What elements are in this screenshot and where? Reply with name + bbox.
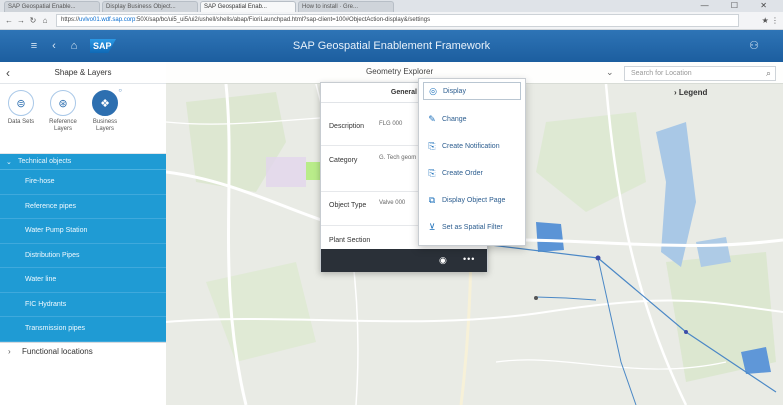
menu-item-create-notification[interactable]: ⎘ Create Notification: [423, 133, 521, 160]
layer-group-technical-objects[interactable]: ⌄ Technical objects: [0, 154, 166, 170]
layer-item[interactable]: Transmission pipes: [0, 317, 166, 342]
menu-item-create-order[interactable]: ⎘ Create Order: [423, 160, 521, 187]
layer-item[interactable]: Fire-hose: [0, 170, 166, 195]
filter-icon: ⊻: [428, 222, 436, 232]
back-icon[interactable]: ‹: [44, 40, 64, 52]
back-arrow-icon[interactable]: ←: [4, 16, 14, 25]
layer-group-label: Technical objects: [18, 158, 72, 165]
menu-item-set-spatial-filter[interactable]: ⊻ Set as Spatial Filter: [423, 214, 521, 241]
popup-value: FLG 000: [379, 121, 403, 127]
menu-item-label: Change: [442, 116, 467, 123]
layers-panel: ‹ Shape & Layers ⊜ Data Sets ⊛ Reference…: [0, 62, 166, 405]
menu-item-display[interactable]: ◎ Display: [423, 82, 521, 100]
browser-tab-1[interactable]: SAP Geospatial Enable...: [4, 1, 100, 12]
indicator-icon: ○: [118, 88, 122, 94]
panel-title: Shape & Layers: [54, 68, 112, 77]
divider: [321, 225, 421, 226]
layer-group-functional-locations[interactable]: › Functional locations: [0, 341, 166, 360]
action-menu: ◎ Display ✎ Change ⎘ Create Notification…: [418, 78, 526, 246]
menu-item-label: Create Notification: [442, 143, 500, 150]
more-icon[interactable]: •••: [463, 254, 475, 264]
menu-item-display-object-page[interactable]: ⧉ Display Object Page: [423, 187, 521, 214]
popup-value: Valve 000: [379, 200, 406, 206]
browser-tab-strip: SAP Geospatial Enable... Display Busines…: [0, 0, 783, 12]
menu-item-label: Display Object Page: [442, 197, 506, 204]
tool-label: Business Layers: [92, 119, 118, 132]
popup-label: Plant Section: [329, 237, 371, 244]
layer-list: ⌄ Technical objects Fire-hose Reference …: [0, 154, 166, 342]
legend-label: Legend: [678, 88, 708, 97]
forward-arrow-icon[interactable]: →: [16, 16, 26, 25]
url-field[interactable]: https://uvlvo01.wdf.sap.corp:50X/sap/bc/…: [56, 14, 739, 27]
chevron-down-icon[interactable]: ⌄: [606, 67, 614, 78]
shell-bar: ≡ ‹ ⌂ SAP SAP Geospatial Enablement Fram…: [0, 30, 783, 62]
url-prefix: https://: [61, 17, 80, 23]
globe-icon: ⊛: [50, 90, 76, 116]
divider: [321, 145, 421, 146]
menu-item-label: Display: [443, 87, 466, 95]
menu-icon[interactable]: ≡: [24, 40, 44, 52]
tool-label: Reference Layers: [49, 119, 77, 132]
geometry-explorer-selector[interactable]: Geometry Explorer: [366, 67, 433, 76]
url-path: :50X/sap/bc/ui5_ui5/ui2/ushell/shells/ab…: [135, 17, 431, 23]
menu-item-label: Create Order: [442, 170, 483, 177]
layers-panel-header: ‹ Shape & Layers: [0, 62, 166, 84]
browser-menu-icon[interactable]: ★ ⋮: [739, 16, 779, 25]
display-icon: ◎: [429, 85, 437, 96]
chevron-down-icon: ⌄: [6, 158, 12, 166]
search-icon[interactable]: ⌕: [766, 67, 771, 80]
popup-value: G. Tech geom: [379, 155, 417, 161]
divider: [321, 191, 421, 192]
chevron-right-icon: ›: [8, 346, 11, 356]
layer-item[interactable]: Water line: [0, 268, 166, 293]
reference-layers-tool[interactable]: ⊛ Reference Layers: [42, 90, 84, 153]
address-bar: ← → ↻ ⌂ https://uvlvo01.wdf.sap.corp:50X…: [0, 12, 783, 30]
layer-item[interactable]: FIC Hydrants: [0, 293, 166, 317]
home-icon[interactable]: ⌂: [40, 16, 50, 25]
browser-tab-4[interactable]: How to install · Gre...: [298, 1, 394, 12]
layer-item[interactable]: Distribution Pipes: [0, 244, 166, 268]
menu-item-label: Set as Spatial Filter: [442, 224, 503, 231]
layer-tools: ⊜ Data Sets ⊛ Reference Layers ❖ Busines…: [0, 84, 166, 154]
business-layers-tool[interactable]: ❖ Business Layers ○: [84, 88, 126, 153]
search-placeholder: Search for Location: [631, 70, 692, 77]
legend-toggle[interactable]: › Legend: [674, 88, 707, 97]
chevron-left-icon[interactable]: ‹: [0, 66, 16, 80]
search-input[interactable]: Search for Location ⌕: [624, 66, 776, 81]
popup-footer: ◉ •••: [321, 249, 487, 272]
change-icon: ✎: [428, 114, 436, 124]
layers-icon: ⊜: [8, 90, 34, 116]
layer-item[interactable]: Water Pump Station: [0, 219, 166, 244]
layer-item[interactable]: Reference pipes: [0, 195, 166, 219]
window-controls[interactable]: — ☐ ✕: [701, 0, 777, 11]
map-canvas[interactable]: Geometry Explorer ⌄ Search for Location …: [166, 62, 783, 405]
browser-tab-2[interactable]: Display Business Object...: [102, 1, 198, 12]
browser-tab-3[interactable]: SAP Geospatial Enab...: [200, 1, 296, 12]
user-icon[interactable]: ⚇: [749, 39, 759, 52]
menu-item-change[interactable]: ✎ Change: [423, 106, 521, 133]
reload-icon[interactable]: ↻: [28, 16, 38, 25]
stack-icon: ❖: [92, 90, 118, 116]
tool-label: Data Sets: [7, 119, 35, 125]
layer-group-label: Functional locations: [22, 346, 93, 356]
app-title: SAP Geospatial Enablement Framework: [292, 40, 491, 52]
eye-icon[interactable]: ◉: [439, 255, 447, 266]
data-sets-tool[interactable]: ⊜ Data Sets: [0, 90, 42, 153]
home-icon[interactable]: ⌂: [64, 40, 84, 52]
sap-logo: SAP: [90, 39, 116, 53]
notification-icon: ⎘: [428, 141, 436, 151]
url-host: uvlvo01.wdf.sap.corp: [79, 17, 136, 23]
object-page-icon: ⧉: [428, 195, 436, 205]
order-icon: ⎘: [428, 168, 436, 178]
